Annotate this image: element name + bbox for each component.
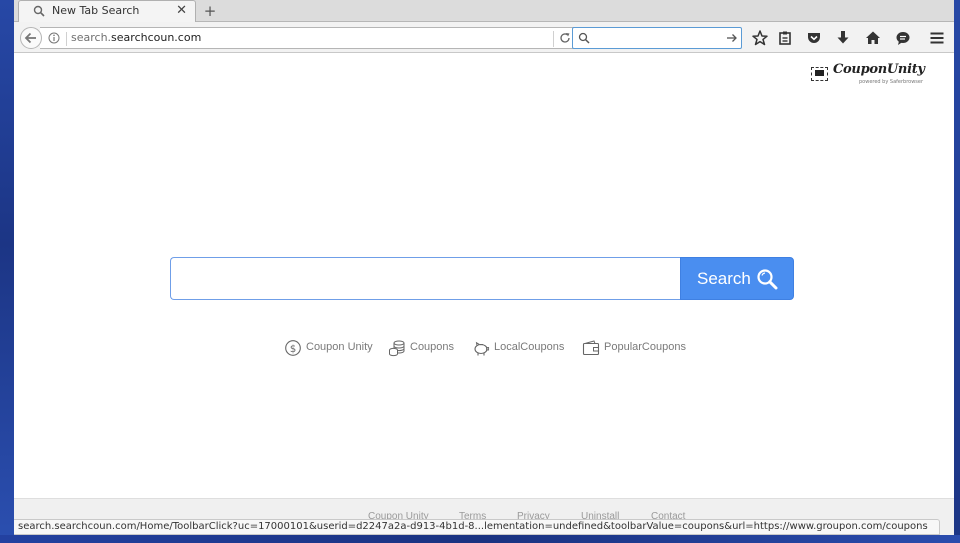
brand-tagline: powered by Saferbrowser xyxy=(859,79,924,85)
search-icon xyxy=(33,5,45,17)
quick-link-label: Coupon Unity xyxy=(306,341,373,353)
back-arrow-icon xyxy=(24,32,36,44)
desktop-background-left xyxy=(0,0,14,543)
search-button-label: Search xyxy=(697,269,751,288)
brand-name: CouponUnity xyxy=(833,62,925,77)
back-button[interactable] xyxy=(20,27,42,49)
search-icon xyxy=(757,269,778,290)
bookmark-star-button[interactable] xyxy=(750,28,770,48)
browser-search-bar[interactable] xyxy=(572,27,742,49)
chat-button[interactable] xyxy=(893,28,913,48)
tab-title: New Tab Search xyxy=(52,4,140,17)
quick-link-label: PopularCoupons xyxy=(604,341,686,353)
desktop-background-right xyxy=(954,0,960,543)
new-tab-button[interactable]: + xyxy=(200,1,220,21)
go-arrow-icon[interactable] xyxy=(726,32,738,44)
search-icon xyxy=(578,32,590,44)
search-button[interactable]: Search xyxy=(680,257,794,300)
dollar-circle-icon: $ xyxy=(285,340,301,356)
chat-icon xyxy=(896,32,910,45)
quick-links: $ Coupon Unity Coupons LocalCoupons Popu… xyxy=(284,338,704,360)
menu-icon xyxy=(930,32,944,44)
reload-separator xyxy=(553,31,554,47)
url-domain: searchcoun.com xyxy=(111,31,202,44)
coins-stack-icon xyxy=(389,340,405,357)
reload-icon[interactable] xyxy=(559,32,571,44)
quick-link-label: Coupons xyxy=(410,341,455,353)
reading-list-icon xyxy=(779,31,791,45)
url-text[interactable]: search.searchcoun.com xyxy=(71,31,201,44)
piggy-bank-icon xyxy=(474,341,490,356)
star-icon xyxy=(752,30,768,46)
page-content: CouponUnity powered by Saferbrowser Sear… xyxy=(14,54,954,535)
url-bar[interactable]: search.searchcoun.com xyxy=(40,27,578,49)
browser-window: New Tab Search ✕ + search.searchcoun.com xyxy=(14,0,954,535)
tab-strip: New Tab Search ✕ + xyxy=(14,0,954,23)
pocket-button[interactable] xyxy=(804,28,824,48)
logo-mark-icon xyxy=(811,67,828,81)
site-info-icon[interactable] xyxy=(48,32,60,44)
quick-link-label: LocalCoupons xyxy=(494,341,565,353)
search-input[interactable] xyxy=(170,257,682,300)
status-bar: search.searchcoun.com/Home/ToolbarClick?… xyxy=(14,519,940,535)
downloads-button[interactable] xyxy=(833,28,853,48)
url-prefix: search. xyxy=(71,31,112,44)
tab-close-icon[interactable]: ✕ xyxy=(176,3,187,18)
home-button[interactable] xyxy=(863,28,883,48)
navigation-toolbar: search.searchcoun.com xyxy=(14,22,954,53)
desktop-background-bottom xyxy=(0,535,960,543)
menu-button[interactable] xyxy=(927,28,947,48)
tab-new-tab-search[interactable]: New Tab Search ✕ xyxy=(18,0,196,23)
wallet-icon xyxy=(582,340,600,356)
url-separator xyxy=(66,32,67,46)
home-icon xyxy=(866,31,880,44)
reading-list-button[interactable] xyxy=(775,28,795,48)
download-icon xyxy=(837,31,849,44)
status-bar-url: search.searchcoun.com/Home/ToolbarClick?… xyxy=(18,521,928,532)
pocket-icon xyxy=(808,33,820,43)
brand-logo[interactable]: CouponUnity powered by Saferbrowser xyxy=(811,62,931,88)
svg-text:$: $ xyxy=(290,344,296,355)
